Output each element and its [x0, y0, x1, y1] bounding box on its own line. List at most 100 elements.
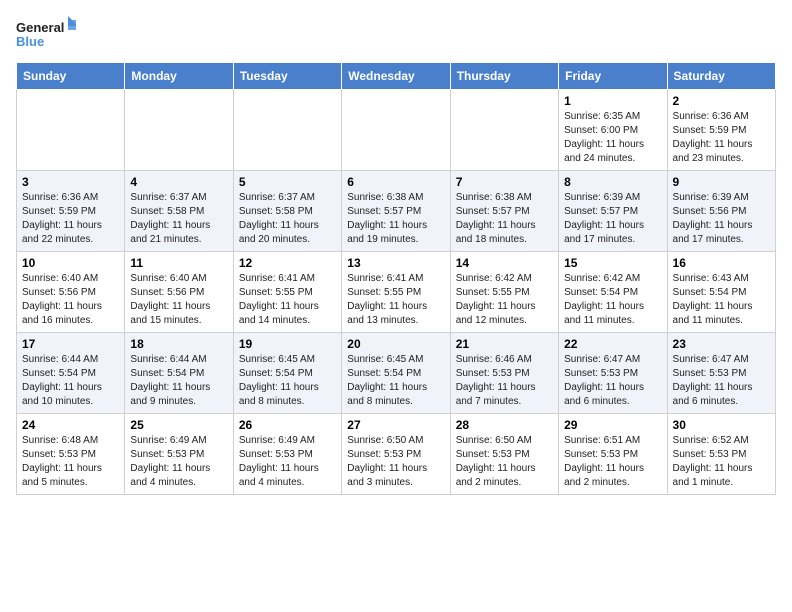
calendar-cell: 8 Sunrise: 6:39 AMSunset: 5:57 PMDaylight… [559, 171, 667, 252]
calendar-cell: 15 Sunrise: 6:42 AMSunset: 5:54 PMDayligh… [559, 252, 667, 333]
weekday-header-row: SundayMondayTuesdayWednesdayThursdayFrid… [17, 63, 776, 90]
day-info: Sunrise: 6:45 AMSunset: 5:54 PMDaylight:… [239, 353, 336, 409]
day-number: 15 [564, 256, 661, 270]
weekday-header-wednesday: Wednesday [342, 63, 450, 90]
calendar-cell: 19 Sunrise: 6:45 AMSunset: 5:54 PMDayligh… [233, 333, 341, 414]
calendar-cell: 23 Sunrise: 6:47 AMSunset: 5:53 PMDayligh… [667, 333, 775, 414]
calendar-cell: 22Sunrise: 6:47 AMSunset: 5:53 PMDayligh… [559, 333, 667, 414]
day-info: Sunrise: 6:38 AMSunset: 5:57 PMDaylight:… [456, 191, 553, 247]
day-info: Sunrise: 6:51 AMSunset: 5:53 PMDaylight:… [564, 434, 661, 490]
calendar-row-2: 3 Sunrise: 6:36 AMSunset: 5:59 PMDaylight… [17, 171, 776, 252]
calendar-cell [125, 90, 233, 171]
day-number: 28 [456, 418, 553, 432]
day-info: Sunrise: 6:42 AMSunset: 5:54 PMDaylight:… [564, 272, 661, 328]
day-number: 27 [347, 418, 444, 432]
day-number: 22 [564, 337, 661, 351]
day-number: 2 [673, 94, 770, 108]
calendar-cell: 18Sunrise: 6:44 AMSunset: 5:54 PMDayligh… [125, 333, 233, 414]
calendar-cell [450, 90, 558, 171]
day-info: Sunrise: 6:44 AMSunset: 5:54 PMDaylight:… [22, 353, 119, 409]
day-number: 26 [239, 418, 336, 432]
calendar-row-4: 17 Sunrise: 6:44 AMSunset: 5:54 PMDayligh… [17, 333, 776, 414]
day-number: 11 [130, 256, 227, 270]
day-info: Sunrise: 6:36 AMSunset: 5:59 PMDaylight:… [673, 110, 770, 166]
day-number: 17 [22, 337, 119, 351]
weekday-header-thursday: Thursday [450, 63, 558, 90]
calendar-row-3: 10 Sunrise: 6:40 AMSunset: 5:56 PMDayligh… [17, 252, 776, 333]
calendar-cell: 20 Sunrise: 6:45 AMSunset: 5:54 PMDayligh… [342, 333, 450, 414]
calendar-cell: 29 Sunrise: 6:51 AMSunset: 5:53 PMDayligh… [559, 414, 667, 495]
day-number: 9 [673, 175, 770, 189]
day-info: Sunrise: 6:42 AMSunset: 5:55 PMDaylight:… [456, 272, 553, 328]
day-info: Sunrise: 6:37 AMSunset: 5:58 PMDaylight:… [130, 191, 227, 247]
day-info: Sunrise: 6:41 AMSunset: 5:55 PMDaylight:… [347, 272, 444, 328]
day-number: 13 [347, 256, 444, 270]
day-info: Sunrise: 6:49 AMSunset: 5:53 PMDaylight:… [130, 434, 227, 490]
weekday-header-monday: Monday [125, 63, 233, 90]
calendar-cell: 14Sunrise: 6:42 AMSunset: 5:55 PMDayligh… [450, 252, 558, 333]
logo-svg: General Blue [16, 16, 76, 54]
calendar-cell [17, 90, 125, 171]
calendar-cell [233, 90, 341, 171]
day-number: 16 [673, 256, 770, 270]
day-number: 8 [564, 175, 661, 189]
day-number: 1 [564, 94, 661, 108]
weekday-header-saturday: Saturday [667, 63, 775, 90]
day-number: 4 [130, 175, 227, 189]
day-number: 7 [456, 175, 553, 189]
day-number: 29 [564, 418, 661, 432]
day-info: Sunrise: 6:49 AMSunset: 5:53 PMDaylight:… [239, 434, 336, 490]
day-info: Sunrise: 6:39 AMSunset: 5:56 PMDaylight:… [673, 191, 770, 247]
day-info: Sunrise: 6:40 AMSunset: 5:56 PMDaylight:… [130, 272, 227, 328]
day-number: 20 [347, 337, 444, 351]
day-info: Sunrise: 6:48 AMSunset: 5:53 PMDaylight:… [22, 434, 119, 490]
calendar-cell: 24 Sunrise: 6:48 AMSunset: 5:53 PMDayligh… [17, 414, 125, 495]
day-info: Sunrise: 6:39 AMSunset: 5:57 PMDaylight:… [564, 191, 661, 247]
day-number: 5 [239, 175, 336, 189]
calendar-cell: 21Sunrise: 6:46 AMSunset: 5:53 PMDayligh… [450, 333, 558, 414]
svg-text:Blue: Blue [16, 34, 44, 49]
calendar-table: SundayMondayTuesdayWednesdayThursdayFrid… [16, 62, 776, 495]
calendar-cell: 7 Sunrise: 6:38 AMSunset: 5:57 PMDaylight… [450, 171, 558, 252]
day-info: Sunrise: 6:37 AMSunset: 5:58 PMDaylight:… [239, 191, 336, 247]
day-info: Sunrise: 6:43 AMSunset: 5:54 PMDaylight:… [673, 272, 770, 328]
calendar-cell: 17 Sunrise: 6:44 AMSunset: 5:54 PMDayligh… [17, 333, 125, 414]
day-number: 30 [673, 418, 770, 432]
page-header: General Blue [16, 16, 776, 54]
day-number: 10 [22, 256, 119, 270]
calendar-cell: 28 Sunrise: 6:50 AMSunset: 5:53 PMDayligh… [450, 414, 558, 495]
day-number: 24 [22, 418, 119, 432]
day-number: 12 [239, 256, 336, 270]
calendar-row-1: 1 Sunrise: 6:35 AMSunset: 6:00 PMDaylight… [17, 90, 776, 171]
day-number: 3 [22, 175, 119, 189]
day-number: 25 [130, 418, 227, 432]
calendar-cell: 3 Sunrise: 6:36 AMSunset: 5:59 PMDaylight… [17, 171, 125, 252]
calendar-cell: 2 Sunrise: 6:36 AMSunset: 5:59 PMDaylight… [667, 90, 775, 171]
day-number: 18 [130, 337, 227, 351]
calendar-cell [342, 90, 450, 171]
day-number: 19 [239, 337, 336, 351]
day-info: Sunrise: 6:50 AMSunset: 5:53 PMDaylight:… [347, 434, 444, 490]
calendar-cell: 9 Sunrise: 6:39 AMSunset: 5:56 PMDaylight… [667, 171, 775, 252]
day-info: Sunrise: 6:36 AMSunset: 5:59 PMDaylight:… [22, 191, 119, 247]
day-number: 21 [456, 337, 553, 351]
day-info: Sunrise: 6:38 AMSunset: 5:57 PMDaylight:… [347, 191, 444, 247]
logo: General Blue [16, 16, 76, 54]
calendar-row-5: 24 Sunrise: 6:48 AMSunset: 5:53 PMDayligh… [17, 414, 776, 495]
calendar-cell: 16 Sunrise: 6:43 AMSunset: 5:54 PMDayligh… [667, 252, 775, 333]
calendar-cell: 1 Sunrise: 6:35 AMSunset: 6:00 PMDaylight… [559, 90, 667, 171]
day-number: 23 [673, 337, 770, 351]
calendar-cell: 6 Sunrise: 6:38 AMSunset: 5:57 PMDaylight… [342, 171, 450, 252]
day-info: Sunrise: 6:45 AMSunset: 5:54 PMDaylight:… [347, 353, 444, 409]
day-info: Sunrise: 6:47 AMSunset: 5:53 PMDaylight:… [673, 353, 770, 409]
calendar-cell: 25 Sunrise: 6:49 AMSunset: 5:53 PMDayligh… [125, 414, 233, 495]
weekday-header-friday: Friday [559, 63, 667, 90]
day-info: Sunrise: 6:41 AMSunset: 5:55 PMDaylight:… [239, 272, 336, 328]
day-info: Sunrise: 6:35 AMSunset: 6:00 PMDaylight:… [564, 110, 661, 166]
calendar-cell: 13 Sunrise: 6:41 AMSunset: 5:55 PMDayligh… [342, 252, 450, 333]
day-number: 6 [347, 175, 444, 189]
weekday-header-tuesday: Tuesday [233, 63, 341, 90]
day-info: Sunrise: 6:50 AMSunset: 5:53 PMDaylight:… [456, 434, 553, 490]
day-info: Sunrise: 6:52 AMSunset: 5:53 PMDaylight:… [673, 434, 770, 490]
calendar-cell: 11 Sunrise: 6:40 AMSunset: 5:56 PMDayligh… [125, 252, 233, 333]
